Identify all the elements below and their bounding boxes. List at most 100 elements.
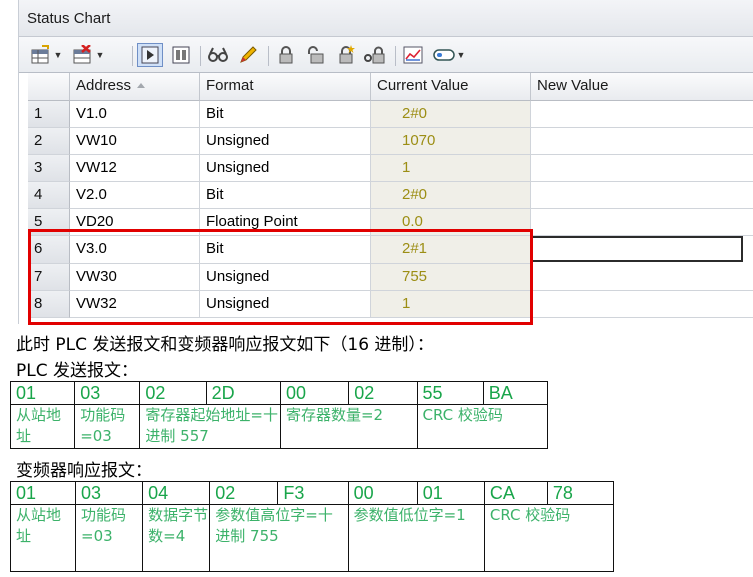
dropdown-arrow-icon: ▼: [53, 50, 63, 60]
format-cell[interactable]: Bit: [200, 182, 371, 209]
frame-byte: CA: [483, 481, 548, 505]
frame-byte: 01: [416, 481, 485, 505]
status-chart-grid: Address Format Current Value New Value 1…: [19, 73, 753, 324]
status-chart-window: Status Chart ▼ ▼ ▼ Address Format Curren…: [18, 0, 753, 324]
frame-description: CRC 校验码: [483, 504, 615, 572]
frame-byte: 01: [9, 381, 76, 405]
frame-byte: 02: [209, 481, 279, 505]
sort-ascending-icon: [137, 83, 146, 88]
insert-row-button[interactable]: ▼: [27, 43, 65, 67]
frame-description: 功能码=03: [74, 404, 141, 449]
play-status-icon: [141, 46, 159, 64]
options-button[interactable]: ▼: [429, 43, 469, 67]
trend-view-button[interactable]: [400, 43, 426, 67]
header-format[interactable]: Format: [200, 73, 371, 101]
table-delete-icon: [73, 45, 91, 64]
format-cell[interactable]: Unsigned: [200, 128, 371, 155]
pencil-icon: [240, 46, 257, 63]
header-current-value[interactable]: Current Value: [371, 73, 531, 101]
row-number[interactable]: 4: [28, 182, 70, 209]
glasses-icon: [208, 47, 228, 62]
frame-byte: 00: [279, 381, 350, 405]
frame-description: 寄存器起始地址=十进制 557: [139, 404, 281, 449]
current-value-cell: 2#0: [371, 101, 531, 128]
vfd-response-frame: 01 03 04 02 F3 00 01 CA 78 从站地址 功能码=03 数…: [9, 481, 615, 572]
header-new-value[interactable]: New Value: [531, 73, 753, 101]
dropdown-arrow-icon: ▼: [456, 50, 466, 60]
new-value-cell[interactable]: [531, 128, 753, 155]
address-cell[interactable]: VW10: [70, 128, 200, 155]
write-values-button[interactable]: [235, 43, 261, 67]
read-all-forced-button[interactable]: [362, 43, 388, 67]
intro-text: 此时 PLC 发送报文和变频器响应报文如下（16 进制）：: [16, 335, 434, 355]
address-cell[interactable]: VW12: [70, 155, 200, 182]
window-title: Status Chart: [27, 10, 111, 27]
row-number[interactable]: 6: [28, 236, 70, 264]
dropdown-arrow-icon: ▼: [95, 50, 105, 60]
frame-byte: 01: [9, 481, 77, 505]
format-cell[interactable]: Floating Point: [200, 209, 371, 236]
pause-trend-button[interactable]: [168, 43, 194, 67]
new-value-cell[interactable]: [531, 155, 753, 182]
rounded-rect-icon: [432, 49, 455, 61]
unforce-all-button[interactable]: [333, 43, 359, 67]
frame-description: 寄存器数量=2: [279, 404, 418, 449]
address-cell[interactable]: VW32: [70, 291, 200, 318]
frame-byte: 02: [139, 381, 207, 405]
frame-byte: 04: [142, 481, 211, 505]
frame-byte: 55: [416, 381, 484, 405]
format-cell[interactable]: Unsigned: [200, 291, 371, 318]
table-view-icon: [172, 46, 190, 64]
row-number[interactable]: 1: [28, 101, 70, 128]
lock-icon: [279, 46, 293, 64]
header-address[interactable]: Address: [70, 73, 200, 101]
frame-byte: 00: [347, 481, 418, 505]
frame-byte: 78: [546, 481, 615, 505]
frame-description: 从站地址: [9, 404, 76, 449]
frame-description: 参数值高位字=十进制 755: [209, 504, 349, 572]
vfd-frame-label: 变频器响应报文：: [16, 461, 152, 481]
address-cell[interactable]: V1.0: [70, 101, 200, 128]
table-insert-icon: [31, 45, 49, 64]
header-address-label: Address: [76, 77, 132, 94]
new-value-cell[interactable]: [531, 209, 753, 236]
frame-description: 功能码=03: [75, 504, 144, 572]
format-cell[interactable]: Unsigned: [200, 264, 371, 291]
frame-description: 从站地址: [9, 504, 77, 572]
new-value-cell[interactable]: [531, 101, 753, 128]
frame-description: 数据字节数=4: [142, 504, 211, 572]
plc-frame-label: PLC 发送报文：: [16, 361, 138, 381]
new-value-cell-active[interactable]: [531, 236, 743, 262]
trend-chart-icon: [403, 46, 423, 64]
address-cell[interactable]: VD20: [70, 209, 200, 236]
new-value-cell[interactable]: [531, 291, 753, 318]
format-cell[interactable]: Bit: [200, 236, 371, 264]
row-number[interactable]: 5: [28, 209, 70, 236]
chart-status-button[interactable]: [137, 43, 163, 67]
toolbar: ▼ ▼ ▼: [19, 37, 753, 73]
frame-description: CRC 校验码: [416, 404, 549, 449]
current-value-cell: 1070: [371, 128, 531, 155]
format-cell[interactable]: Unsigned: [200, 155, 371, 182]
format-cell[interactable]: Bit: [200, 101, 371, 128]
lock-glasses-icon: [364, 46, 385, 64]
row-number[interactable]: 2: [28, 128, 70, 155]
force-button[interactable]: [273, 43, 299, 67]
address-cell[interactable]: V2.0: [70, 182, 200, 209]
current-value-cell: 0.0: [371, 209, 531, 236]
address-cell[interactable]: VW30: [70, 264, 200, 291]
row-number[interactable]: 8: [28, 291, 70, 318]
frame-byte: 03: [75, 481, 144, 505]
frame-byte: 03: [74, 381, 141, 405]
new-value-cell[interactable]: [531, 182, 753, 209]
delete-row-button[interactable]: ▼: [69, 43, 107, 67]
row-number[interactable]: 3: [28, 155, 70, 182]
frame-byte: BA: [482, 381, 549, 405]
frame-description: 参数值低位字=1: [347, 504, 485, 572]
row-number[interactable]: 7: [28, 264, 70, 291]
address-cell[interactable]: V3.0: [70, 236, 200, 264]
current-value-cell: 2#0: [371, 182, 531, 209]
read-values-button[interactable]: [205, 43, 231, 67]
new-value-cell[interactable]: [531, 264, 753, 291]
unforce-button[interactable]: [303, 43, 329, 67]
